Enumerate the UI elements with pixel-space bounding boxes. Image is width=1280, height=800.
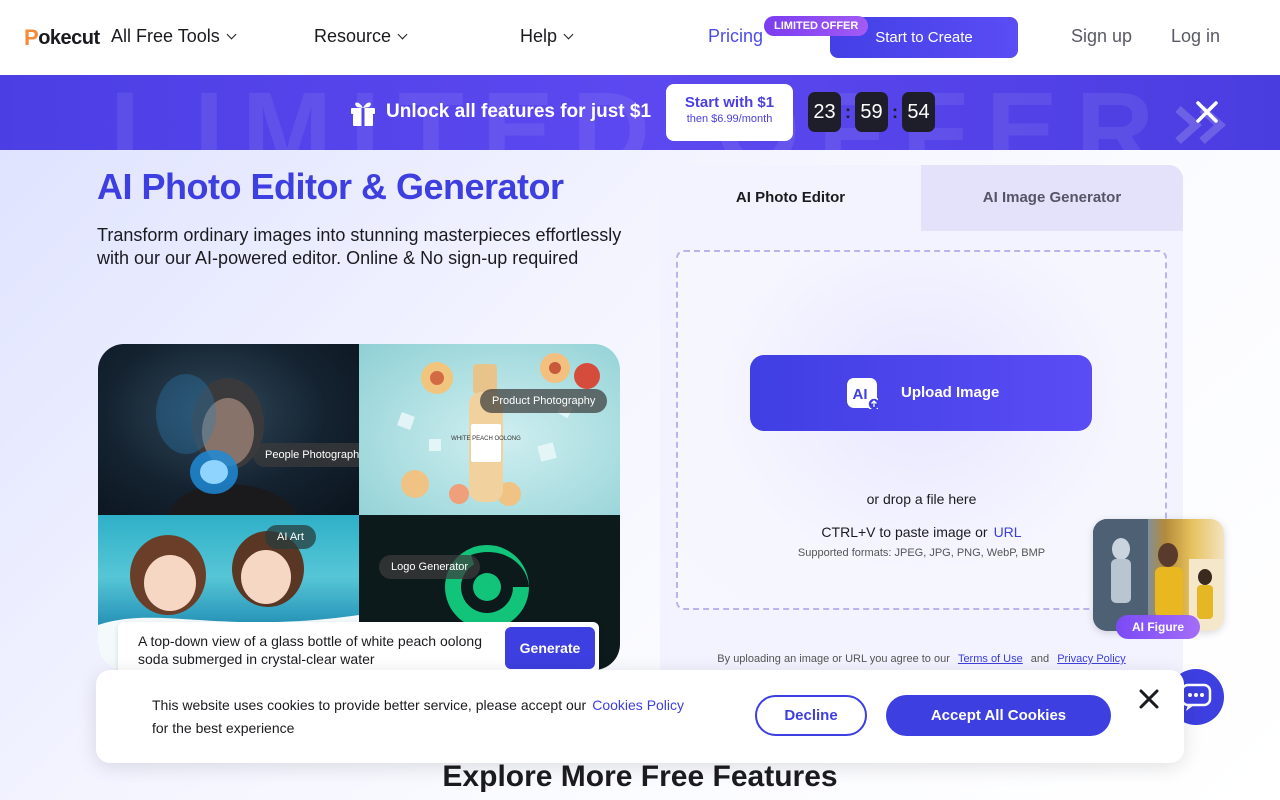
start-with-1-subtext: then $6.99/month bbox=[686, 113, 773, 125]
ai-art-tag: AI Art bbox=[265, 525, 316, 549]
privacy-policy-link[interactable]: Privacy Policy bbox=[1057, 653, 1125, 665]
prompt-input[interactable]: A top-down view of a glass bottle of whi… bbox=[138, 632, 498, 668]
nav-resource-label: Resource bbox=[314, 26, 392, 46]
nav-resource[interactable]: Resource bbox=[314, 26, 408, 47]
explore-heading: Explore More Free Features bbox=[442, 760, 838, 793]
logo-initial: P bbox=[24, 25, 39, 50]
chevron-down-icon bbox=[563, 29, 574, 40]
gift-icon bbox=[351, 102, 375, 126]
hero-subtitle: Transform ordinary images into stunning … bbox=[97, 225, 622, 268]
cookie-message: This website uses cookies to provide bet… bbox=[152, 694, 742, 740]
logo-text: okecut bbox=[38, 26, 100, 49]
timer-hours: 23 bbox=[808, 92, 841, 132]
log-in-link[interactable]: Log in bbox=[1171, 26, 1220, 47]
agreement-and: and bbox=[1030, 653, 1050, 665]
close-icon[interactable] bbox=[1194, 99, 1220, 125]
accept-all-cookies-button[interactable]: Accept All Cookies bbox=[886, 695, 1111, 736]
limited-offer-banner: LIMITED OFFER Unlock all features for ju… bbox=[0, 75, 1280, 150]
bottle-label-text: WHITE PEACH OOLONG bbox=[451, 436, 521, 442]
cookie-consent-banner: This website uses cookies to provide bet… bbox=[96, 670, 1184, 763]
agreement-text: By uploading an image or URL you agree t… bbox=[660, 653, 1183, 665]
timer-minutes: 59 bbox=[855, 92, 888, 132]
prompt-box: A top-down view of a glass bottle of whi… bbox=[118, 622, 599, 674]
start-with-1-label: Start with $1 bbox=[684, 94, 775, 111]
drop-file-text: or drop a file here bbox=[866, 491, 977, 507]
chevron-down-icon bbox=[226, 29, 237, 40]
timer-seconds: 54 bbox=[902, 92, 935, 132]
ai-upload-icon: AI bbox=[847, 378, 878, 409]
bottle-illustration: WHITE PEACH OOLONG bbox=[397, 353, 600, 506]
upload-image-button[interactable]: AI Upload Image bbox=[750, 355, 1092, 431]
generate-button[interactable]: Generate bbox=[505, 627, 595, 669]
nav-help[interactable]: Help bbox=[520, 26, 574, 47]
agreement-prefix: By uploading an image or URL you agree t… bbox=[717, 653, 950, 665]
paste-text: CTRL+V to paste image or bbox=[821, 524, 988, 540]
url-link[interactable]: URL bbox=[994, 524, 1022, 540]
tab-ai-image-generator[interactable]: AI Image Generator bbox=[921, 165, 1183, 231]
nav-pricing-link[interactable]: Pricing bbox=[708, 26, 763, 47]
logo-generator-tag: Logo Generator bbox=[379, 555, 481, 579]
terms-of-use-link[interactable]: Terms of Use bbox=[958, 653, 1023, 665]
svg-text:AI: AI bbox=[853, 386, 868, 403]
sign-up-link[interactable]: Sign up bbox=[1071, 26, 1132, 47]
ai-figure-tag: AI Figure bbox=[1116, 615, 1200, 639]
banner-headline: Unlock all features for just $1 bbox=[386, 101, 652, 122]
portrait-illustration bbox=[156, 374, 298, 515]
top-nav: Pokecut All Free Tools Resource Help Pri… bbox=[0, 0, 1280, 75]
cookie-text-2: for the best experience bbox=[152, 720, 295, 736]
close-icon[interactable] bbox=[1139, 689, 1159, 709]
product-photography-tag: Product Photography bbox=[480, 389, 608, 413]
people-photography-image[interactable]: People Photography bbox=[98, 344, 377, 515]
page-title: AI Photo Editor & Generator bbox=[97, 166, 564, 207]
nav-all-free-tools-label: All Free Tools bbox=[111, 26, 220, 46]
timer-separator: : bbox=[845, 101, 851, 122]
decline-button[interactable]: Decline bbox=[755, 695, 867, 736]
nav-all-free-tools[interactable]: All Free Tools bbox=[111, 26, 237, 47]
cookie-text: This website uses cookies to provide bet… bbox=[152, 697, 587, 713]
nav-help-label: Help bbox=[520, 26, 558, 46]
countdown-timer: 23 : 59 : 54 bbox=[808, 92, 935, 132]
product-photography-image[interactable]: WHITE PEACH OOLONG Product Photography bbox=[359, 344, 620, 515]
upload-image-label: Upload Image bbox=[901, 384, 1000, 401]
tab-ai-photo-editor[interactable]: AI Photo Editor bbox=[660, 165, 921, 231]
chevron-down-icon bbox=[397, 29, 408, 40]
cookies-policy-link[interactable]: Cookies Policy bbox=[592, 697, 684, 713]
start-with-1-button[interactable]: Start with $1 then $6.99/month bbox=[666, 84, 793, 141]
limited-offer-badge: LIMITED OFFER bbox=[764, 16, 869, 36]
pokecut-logo[interactable]: Pokecut bbox=[24, 25, 100, 51]
timer-separator: : bbox=[892, 101, 898, 122]
